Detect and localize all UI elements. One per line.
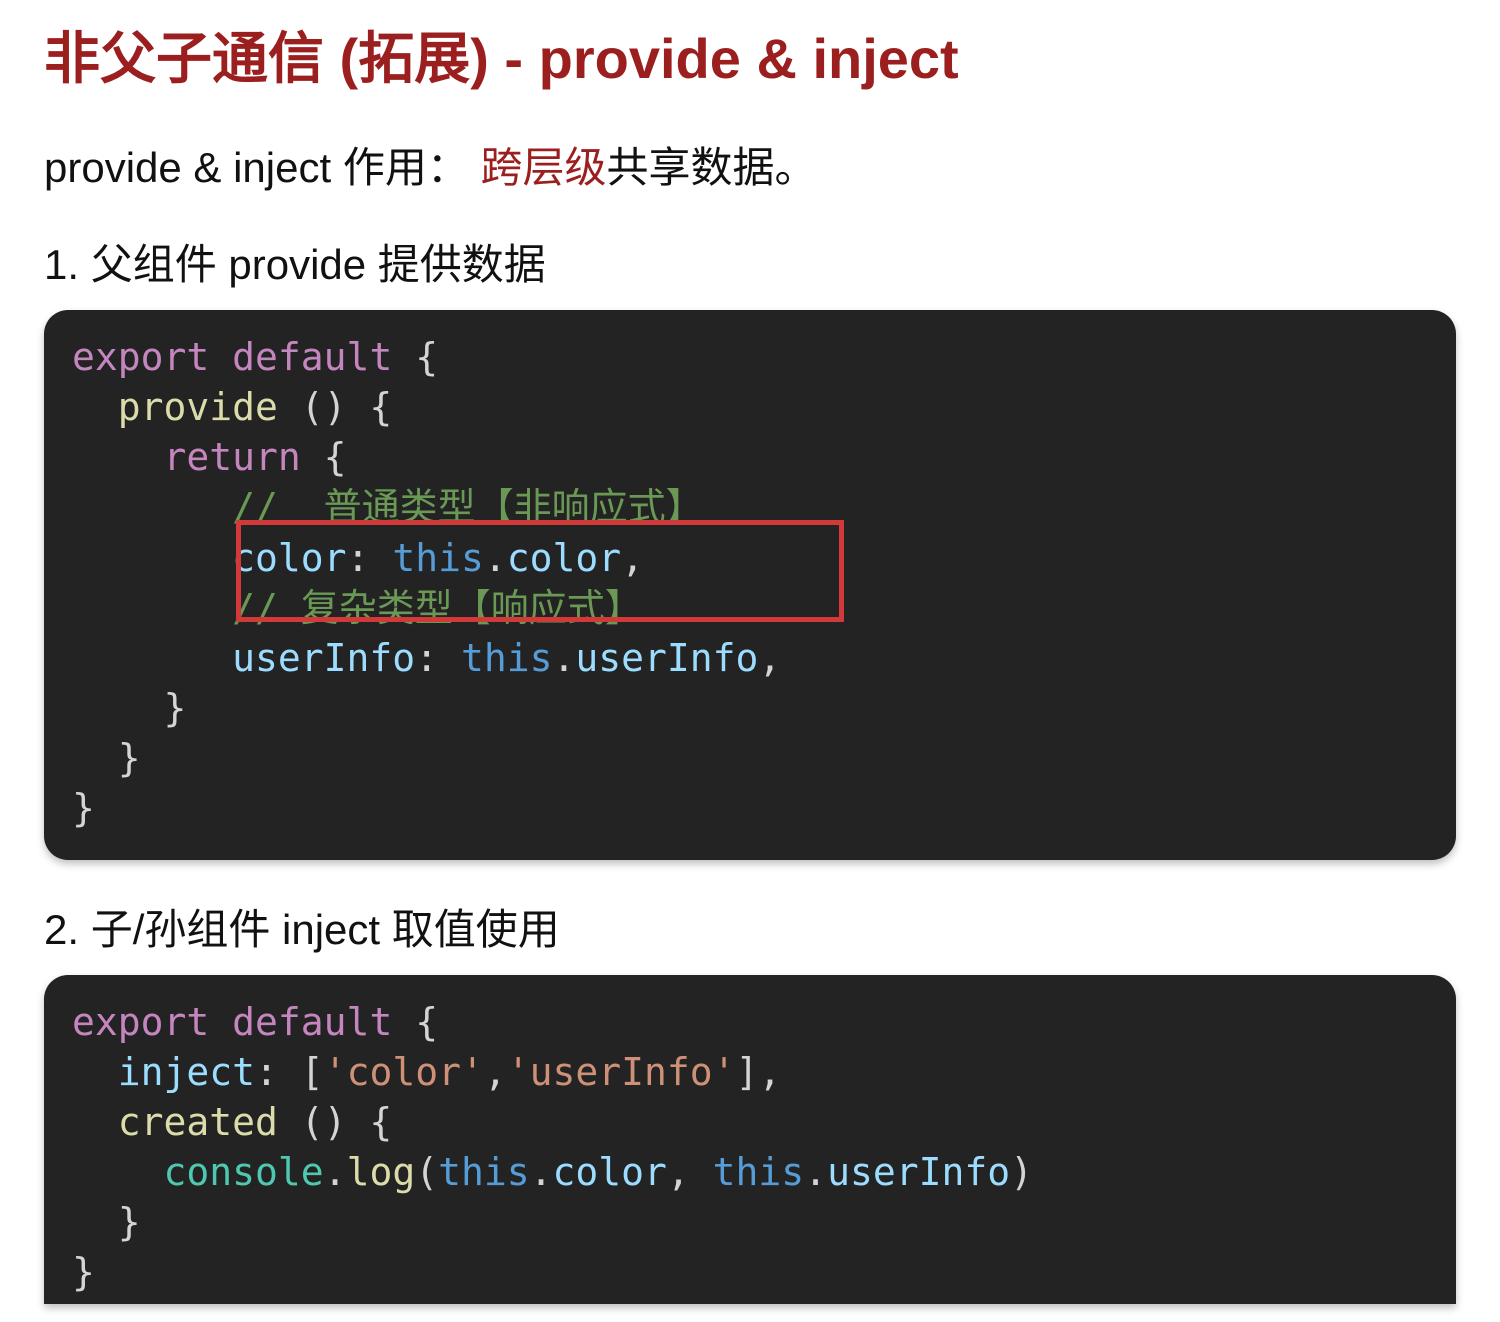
code-provide: export default { provide () { return { /… [72,332,1428,834]
brace: { [392,335,438,379]
step-1-heading: 1. 父组件 provide 提供数据 [44,231,1456,292]
kw-this: this [713,1150,805,1194]
indent [72,485,232,529]
fn-provide: provide [118,385,278,429]
kw-export: export [72,335,209,379]
comment-text: 普通类型【非响应式】 [301,485,704,529]
comma: , [621,536,644,580]
comma: , [667,1150,713,1194]
colon: : [347,536,393,580]
code-block-provide: export default { provide () { return { /… [44,310,1456,860]
kw-return: return [164,435,301,479]
key-userinfo: userInfo [232,636,415,680]
attr-color: color [553,1150,667,1194]
indent [72,1050,118,1094]
dot: . [804,1150,827,1194]
obj-console: console [164,1150,324,1194]
dot: . [324,1150,347,1194]
paren: ) [1010,1150,1033,1194]
title-suffix: provide & inject [539,27,959,90]
comment-text: 复杂类型【响应式】 [301,586,643,630]
attr-userinfo: userInfo [575,636,758,680]
fn-created: created [118,1100,278,1144]
comment-slashes: // [232,586,301,630]
brace: { [392,1000,438,1044]
kw-this: this [438,1150,530,1194]
intro-line: provide & inject 作用： 跨层级共享数据。 [44,134,1456,195]
punct: () { [278,385,392,429]
str-userinfo: 'userInfo' [507,1050,736,1094]
brace: } [118,1200,141,1244]
indent [72,636,232,680]
attr-userinfo: userInfo [827,1150,1010,1194]
dot: . [530,1150,553,1194]
comma: , [484,1050,507,1094]
code-inject: export default { inject: ['color','userI… [72,997,1428,1298]
colon: : [415,636,461,680]
indent [72,385,118,429]
dot: . [484,536,507,580]
kw-default: default [232,1000,392,1044]
indent [72,536,232,580]
indent [72,736,118,780]
code-block-inject: export default { inject: ['color','userI… [44,975,1456,1304]
kw-export: export [72,1000,209,1044]
dot: . [552,636,575,680]
kw-default: default [232,335,392,379]
indent [72,686,164,730]
key-inject: inject [118,1050,255,1094]
intro-lead: provide & inject 作用： [44,144,481,191]
key-color: color [232,536,346,580]
attr-color: color [507,536,621,580]
intro-trail: 共享数据。 [607,144,817,191]
brace: } [72,786,95,830]
punct: : [ [255,1050,324,1094]
comma: , [758,636,781,680]
brace: } [118,736,141,780]
indent [72,1150,164,1194]
indent [72,435,164,479]
punct: ], [736,1050,782,1094]
brace: } [72,1250,95,1294]
kw-this: this [392,536,484,580]
indent [72,586,232,630]
page-title: 非父子通信 (拓展) - provide & inject [44,24,1456,94]
brace: } [164,686,187,730]
indent [72,1200,118,1244]
str-color: 'color' [324,1050,484,1094]
kw-this: this [461,636,553,680]
document-page: 非父子通信 (拓展) - provide & inject provide & … [0,0,1500,1304]
indent [72,1100,118,1144]
title-prefix: 非父子通信 (拓展) - [44,27,539,90]
punct: () { [278,1100,392,1144]
step-2-heading: 2. 子/孙组件 inject 取值使用 [44,896,1456,957]
fn-log: log [347,1150,416,1194]
comment-slashes: // [232,485,301,529]
intro-highlight: 跨层级 [481,144,607,191]
paren: ( [415,1150,438,1194]
punct: { [301,435,347,479]
